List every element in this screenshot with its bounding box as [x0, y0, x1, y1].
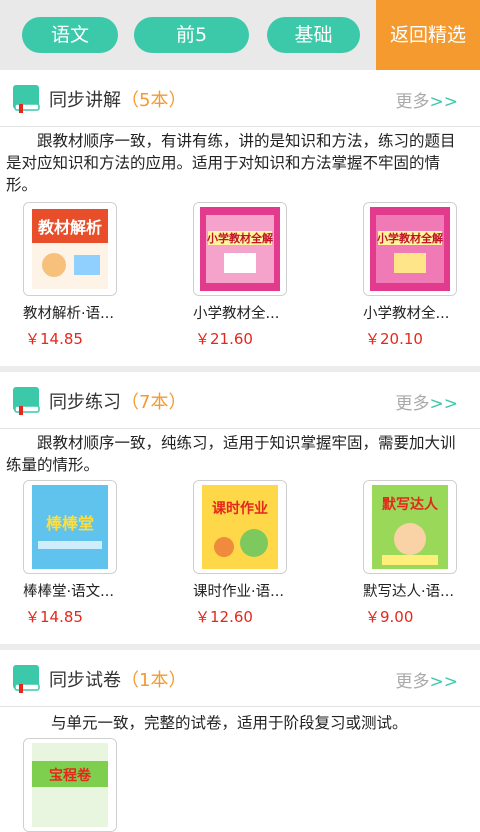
- book-price: ￥21.60: [195, 330, 253, 348]
- section-sync-tests: 同步试卷（1本） 更多>> 与单元一致，完整的试卷，适用于阶段复习或测试。 宝程…: [0, 650, 480, 832]
- book-cover: 教材解析: [23, 202, 117, 296]
- book-cover: 课时作业: [193, 480, 287, 574]
- section-count: （7本）: [121, 392, 187, 413]
- book-item[interactable]: 教材解析 教材解析·语... ￥14.85: [23, 202, 179, 352]
- book-cover-image: 教材解析: [24, 203, 116, 295]
- book-item[interactable]: 棒棒堂 棒棒堂·语文... ￥14.85: [23, 480, 179, 630]
- book-item[interactable]: 默写达人 默写达人·语... ￥9.00: [363, 480, 480, 630]
- more-link[interactable]: 更多>>: [396, 389, 459, 414]
- book-name: 默写达人·语...: [363, 584, 454, 600]
- section-description: 与单元一致，完整的试卷，适用于阶段复习或测试。: [51, 714, 408, 732]
- book-cover-image: 课时作业: [194, 481, 286, 573]
- book-price: ￥20.10: [365, 330, 423, 348]
- book-cover-image: 小学教材全解: [364, 203, 456, 295]
- book-cover-image: 默写达人: [364, 481, 456, 573]
- section-title-text: 同步试卷: [49, 670, 121, 691]
- book-item[interactable]: 宝程卷: [23, 738, 179, 832]
- book-name: 教材解析·语...: [23, 306, 114, 322]
- book-name: 小学教材全...: [363, 306, 450, 322]
- more-link[interactable]: 更多>>: [396, 667, 459, 692]
- section-sync-explain: 同步讲解（5本） 更多>> 跟教材顺序一致，有讲有练，讲的是知识和方法，练习的题…: [0, 70, 480, 366]
- svg-text:课时作业: 课时作业: [212, 500, 268, 517]
- more-label: 更多: [395, 672, 430, 692]
- book-item[interactable]: 小学教材全解 小学教材全... ￥21.60: [193, 202, 349, 352]
- section-title-text: 同步练习: [49, 392, 121, 413]
- book-cover: 小学教材全解: [193, 202, 287, 296]
- book-item[interactable]: 小学教材全解 小学教材全... ￥20.10: [363, 202, 480, 352]
- svg-text:教材解析: 教材解析: [38, 218, 102, 237]
- back-to-featured-button[interactable]: 返回精选: [376, 0, 480, 70]
- section-header: 同步练习（7本） 更多>>: [0, 372, 480, 429]
- rank-filter-button[interactable]: 前5: [134, 17, 249, 53]
- book-cover-image: 棒棒堂: [24, 481, 116, 573]
- more-label: 更多: [395, 92, 430, 112]
- subject-filter-button[interactable]: 语文: [22, 17, 118, 53]
- book-name: 小学教材全...: [193, 306, 280, 322]
- book-name: 棒棒堂·语文...: [23, 584, 114, 600]
- svg-text:默写达人: 默写达人: [382, 496, 439, 513]
- section-title: 同步练习（7本）: [49, 388, 186, 414]
- book-cover: 默写达人: [363, 480, 457, 574]
- section-title: 同步试卷（1本）: [49, 666, 186, 692]
- book-icon: [13, 85, 40, 113]
- svg-text:棒棒堂: 棒棒堂: [46, 514, 94, 533]
- book-name: 课时作业·语...: [193, 584, 284, 600]
- level-filter-button[interactable]: 基础: [267, 17, 360, 53]
- book-price: ￥14.85: [25, 330, 83, 348]
- book-cover: 棒棒堂: [23, 480, 117, 574]
- svg-text:宝程卷: 宝程卷: [49, 767, 92, 784]
- section-count: （5本）: [121, 90, 187, 111]
- book-cover: 小学教材全解: [363, 202, 457, 296]
- svg-text:小学教材全解: 小学教材全解: [206, 231, 273, 245]
- book-price: ￥9.00: [365, 608, 414, 626]
- book-icon: [13, 665, 40, 693]
- book-cover-image: 宝程卷: [24, 739, 116, 831]
- section-description: 跟教材顺序一致，纯练习，适用于知识掌握牢固，需要加大训练量的情形。: [6, 434, 456, 474]
- more-arrow-icon: >>: [429, 672, 459, 692]
- section-title-text: 同步讲解: [49, 90, 121, 111]
- section-header: 同步试卷（1本） 更多>>: [0, 650, 480, 707]
- section-count: （1本）: [121, 670, 187, 691]
- book-icon: [13, 387, 40, 415]
- more-label: 更多: [395, 394, 430, 414]
- svg-text:小学教材全解: 小学教材全解: [376, 231, 443, 245]
- book-price: ￥14.85: [25, 608, 83, 626]
- section-description: 跟教材顺序一致，有讲有练，讲的是知识和方法，练习的题目是对应知识和方法的应用。适…: [6, 132, 456, 194]
- book-cover: 宝程卷: [23, 738, 117, 832]
- book-price: ￥12.60: [195, 608, 253, 626]
- more-arrow-icon: >>: [429, 394, 459, 414]
- section-title: 同步讲解（5本）: [49, 86, 186, 112]
- filter-bar: 语文 前5 基础 返回精选: [0, 0, 480, 70]
- more-link[interactable]: 更多>>: [396, 87, 459, 112]
- book-cover-image: 小学教材全解: [194, 203, 286, 295]
- book-item[interactable]: 课时作业 课时作业·语... ￥12.60: [193, 480, 349, 630]
- section-header: 同步讲解（5本） 更多>>: [0, 70, 480, 127]
- section-sync-practice: 同步练习（7本） 更多>> 跟教材顺序一致，纯练习，适用于知识掌握牢固，需要加大…: [0, 372, 480, 646]
- more-arrow-icon: >>: [429, 92, 459, 112]
